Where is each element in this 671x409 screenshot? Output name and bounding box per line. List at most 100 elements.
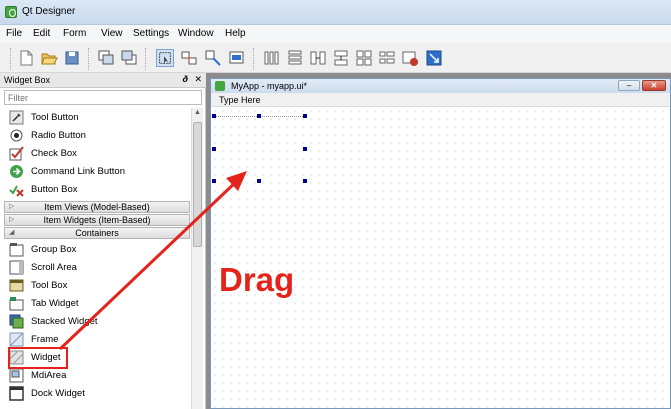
- list-item-label: Tab Widget: [31, 298, 79, 309]
- list-item-label: Stacked Widget: [31, 316, 98, 327]
- resize-handle[interactable]: [212, 114, 216, 118]
- resize-handle[interactable]: [212, 179, 216, 183]
- resize-handle[interactable]: [303, 147, 307, 151]
- layout-horizontal-icon[interactable]: [263, 49, 281, 67]
- collapse-arrow-icon: ◢: [9, 229, 15, 236]
- minimize-button[interactable]: –: [618, 80, 640, 91]
- new-file-icon[interactable]: [17, 49, 35, 67]
- list-item-label: Tool Button: [31, 112, 79, 123]
- scroll-area-icon: [9, 260, 24, 275]
- menu-window[interactable]: Window: [178, 28, 214, 39]
- mdi-area-icon: [9, 368, 24, 383]
- layout-horizontal-splitter-icon[interactable]: [309, 49, 327, 67]
- resize-handle[interactable]: [212, 147, 216, 151]
- group-box-icon: [9, 243, 24, 257]
- category-item-widgets[interactable]: ▷ Item Widgets (Item-Based): [4, 214, 190, 226]
- expand-arrow-icon: ▷: [9, 203, 15, 210]
- form-title: MyApp - myapp.ui*: [231, 81, 308, 91]
- list-item-label: Button Box: [31, 184, 78, 195]
- tab-widget-icon: [9, 297, 24, 311]
- edit-tab-order-icon[interactable]: [228, 49, 246, 67]
- list-item[interactable]: Tool Button: [4, 109, 190, 127]
- widget-box-title: Widget Box: [4, 75, 51, 85]
- open-folder-icon[interactable]: [40, 49, 58, 67]
- list-item-label: Dock Widget: [31, 388, 85, 399]
- close-icon[interactable]: ✕: [194, 74, 202, 84]
- tool-box-icon: [9, 279, 24, 292]
- category-item-views[interactable]: ▷ Item Views (Model-Based): [4, 201, 190, 213]
- category-label: Containers: [75, 228, 119, 238]
- resize-handle[interactable]: [303, 179, 307, 183]
- break-layout-icon[interactable]: [401, 49, 419, 67]
- edit-signals-slots-icon[interactable]: [180, 49, 198, 67]
- category-containers[interactable]: ◢ Containers: [4, 227, 190, 239]
- layout-vertical-icon[interactable]: [286, 49, 304, 67]
- save-icon[interactable]: [63, 49, 81, 67]
- list-item-label: Radio Button: [31, 130, 86, 141]
- frame-icon: [9, 332, 24, 347]
- form-canvas[interactable]: [211, 107, 670, 408]
- float-icon[interactable]: ð: [182, 74, 188, 84]
- expand-arrow-icon: ▷: [9, 216, 15, 223]
- main-toolbar: [0, 43, 671, 73]
- resize-handle[interactable]: [303, 114, 307, 118]
- adjust-size-icon[interactable]: [425, 49, 443, 67]
- qt-designer-icon: [215, 81, 225, 91]
- list-item-label: Frame: [31, 334, 59, 345]
- dock-controls[interactable]: ð ✕: [182, 74, 202, 85]
- layout-form-icon[interactable]: [378, 49, 396, 67]
- list-item[interactable]: Scroll Area: [4, 259, 190, 277]
- scroll-thumb[interactable]: [193, 122, 202, 247]
- list-item[interactable]: Group Box: [4, 241, 190, 259]
- list-item-label: Check Box: [31, 148, 77, 159]
- type-here-menu[interactable]: Type Here: [219, 95, 261, 105]
- list-item[interactable]: Tool Box: [4, 277, 190, 295]
- list-item[interactable]: Check Box: [4, 145, 190, 163]
- category-label: Item Views (Model-Based): [44, 202, 150, 212]
- toolbar-separator: [88, 48, 90, 70]
- button-box-icon: [9, 185, 24, 197]
- list-item-label: Scroll Area: [31, 262, 77, 273]
- menu-settings[interactable]: Settings: [133, 28, 169, 39]
- menu-view[interactable]: View: [101, 28, 123, 39]
- list-item[interactable]: Stacked Widget: [4, 313, 190, 331]
- send-to-back-icon[interactable]: [97, 49, 115, 67]
- edit-widgets-icon[interactable]: [156, 49, 174, 67]
- menu-help[interactable]: Help: [225, 28, 246, 39]
- toolbar-separator: [145, 48, 147, 70]
- list-item[interactable]: Button Box: [4, 181, 190, 199]
- stacked-widget-icon: [9, 314, 24, 329]
- widget-highlight-box: [8, 347, 68, 369]
- check-box-icon: [9, 146, 24, 161]
- menu-file[interactable]: File: [6, 28, 22, 39]
- form-window: MyApp - myapp.ui* – ✕ Type Here: [210, 78, 671, 409]
- list-item-label: MdiArea: [31, 370, 67, 381]
- command-link-button-icon: [10, 165, 23, 178]
- drag-label: Drag: [219, 261, 295, 298]
- list-item[interactable]: Tab Widget: [4, 295, 190, 313]
- resize-handle[interactable]: [257, 179, 261, 183]
- widget-box-header: Widget Box ð ✕: [0, 73, 206, 88]
- edit-buddies-icon[interactable]: [204, 49, 222, 67]
- list-item[interactable]: Radio Button: [4, 127, 190, 145]
- menu-bar: File Edit Form View Settings Window Help: [0, 25, 671, 43]
- close-button[interactable]: ✕: [642, 80, 666, 91]
- resize-handle[interactable]: [257, 114, 261, 118]
- menu-form[interactable]: Form: [63, 28, 86, 39]
- layout-grid-icon[interactable]: [355, 49, 373, 67]
- layout-vertical-splitter-icon[interactable]: [332, 49, 350, 67]
- toolbar-separator: [253, 48, 255, 70]
- widget-box-scrollbar[interactable]: ▲: [191, 108, 203, 409]
- list-item[interactable]: MdiArea: [4, 367, 190, 385]
- radio-button-icon: [10, 129, 23, 142]
- toolbar-separator: [10, 48, 12, 70]
- tool-button-icon: [9, 110, 24, 125]
- dock-widget-icon: [9, 386, 24, 401]
- list-item-label: Group Box: [31, 244, 77, 255]
- scroll-up-icon[interactable]: ▲: [194, 109, 201, 116]
- menu-edit[interactable]: Edit: [33, 28, 50, 39]
- filter-input[interactable]: [4, 90, 202, 105]
- list-item[interactable]: Dock Widget: [4, 385, 190, 403]
- bring-to-front-icon[interactable]: [120, 49, 138, 67]
- list-item[interactable]: Command Link Button: [4, 163, 190, 181]
